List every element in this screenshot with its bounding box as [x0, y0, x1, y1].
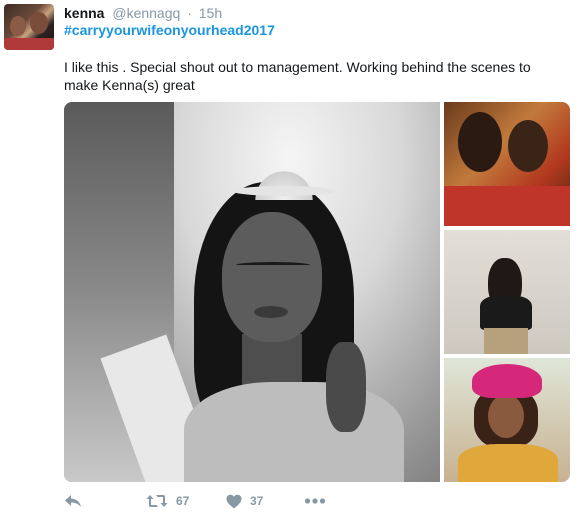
photo-hand [326, 342, 366, 432]
retweet-count: 67 [176, 494, 190, 508]
photo-top [480, 296, 532, 330]
avatar-photo-face-right [30, 12, 48, 34]
like-count: 37 [250, 494, 264, 508]
media-photo-traditional[interactable] [444, 358, 570, 482]
photo-face [488, 394, 524, 438]
photo-person-man [508, 120, 548, 172]
media-photo-main[interactable] [64, 102, 440, 482]
tweet[interactable]: kenna @kennagq · 15h #carryyourwifeonyou… [0, 0, 584, 514]
reply-button[interactable] [64, 491, 82, 511]
photo-person-woman [458, 112, 502, 172]
retweet-icon [146, 495, 168, 507]
media-grid [64, 102, 570, 482]
tweet-text: I like this . Special shout out to manag… [64, 59, 531, 93]
more-dots-icon [304, 498, 326, 504]
avatar-photo-face-left [10, 16, 26, 36]
author-name[interactable]: kenna [64, 5, 104, 21]
tweet-actions: 67 37 [64, 491, 364, 511]
avatar-photo-shirt [4, 38, 54, 50]
photo-dress [458, 444, 558, 482]
photo-face [222, 212, 322, 342]
avatar[interactable] [4, 4, 54, 50]
media-photo-couple[interactable] [444, 102, 570, 226]
photo-dress [444, 186, 570, 226]
photo-headwrap [472, 364, 542, 398]
like-button[interactable]: 37 [226, 491, 263, 511]
reply-icon [65, 495, 81, 507]
photo-eyes [236, 262, 310, 268]
more-button[interactable] [304, 491, 326, 511]
tweet-header: kenna @kennagq · 15h [64, 4, 222, 22]
heart-icon [226, 494, 242, 508]
photo-dress [184, 382, 404, 482]
author-handle[interactable]: @kennagq [112, 5, 180, 21]
hashtag-link[interactable]: #carryyourwifeonyourhead2017 [64, 21, 275, 39]
photo-skirt [484, 328, 528, 354]
retweet-button[interactable]: 67 [146, 491, 189, 511]
photo-tiara-band [232, 186, 336, 196]
photo-lips [254, 306, 288, 318]
tweet-timestamp[interactable]: 15h [199, 5, 222, 21]
header-separator: · [187, 5, 192, 21]
media-photo-standing[interactable] [444, 230, 570, 354]
